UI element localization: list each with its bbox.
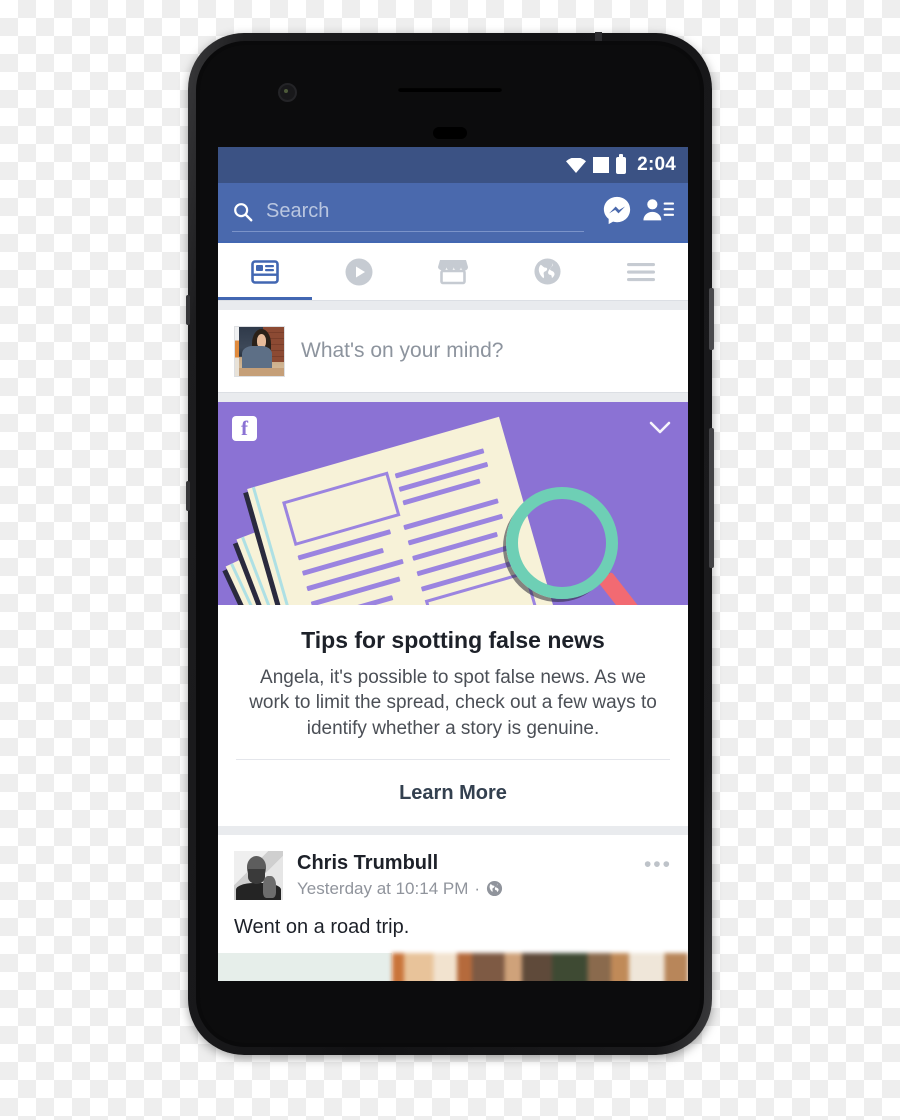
power-button[interactable] [709,288,714,350]
post-meta: Chris Trumbull Yesterday at 10:14 PM · [297,851,630,899]
magnifying-glass-illustration [506,487,649,605]
play-circle-icon [345,258,373,285]
hamburger-menu-icon [627,262,655,281]
search-icon [234,202,253,221]
status-bar-clock: 2:04 [637,154,676,175]
globe-icon [533,258,561,285]
post-separator: · [474,878,481,898]
feed-spacer-card [218,825,688,835]
left-antenna-band-top [186,295,190,325]
status-bar: 2:04 [218,147,688,183]
feed-spacer-composer [218,393,688,402]
post-message: Went on a road trip. [234,915,410,938]
messenger-icon[interactable] [602,195,632,230]
sidebar-item-menu[interactable] [594,243,688,300]
post-author-name[interactable]: Chris Trumbull [297,852,630,875]
wifi-icon [566,157,587,173]
left-antenna-band-bottom [186,481,190,511]
chevron-down-icon[interactable] [648,420,672,441]
status-bar-icons [566,153,627,174]
avatar[interactable] [234,325,285,377]
main-tab-bar [218,241,688,301]
sidebar-item-marketplace[interactable] [406,243,500,300]
feed-spacer-top [218,301,688,310]
app-header: Search [218,183,688,241]
news-feed-icon [251,259,279,284]
marketplace-store-icon [438,260,468,285]
phone-bezel: 2:04 Search What's on your mind? f Tips … [196,41,704,1047]
composer-placeholder-text: What's on your mind? [301,339,504,362]
sidebar-item-notifications[interactable] [500,243,594,300]
post-timestamp: Yesterday at 10:14 PM [297,878,469,898]
learn-more-button[interactable]: Learn More [218,760,688,826]
proximity-sensor-icon [433,127,467,139]
promo-card-body: Tips for spotting false news Angela, it'… [218,605,688,759]
cell-signal-icon [593,157,610,173]
facebook-f-logo: f [232,416,257,441]
volume-rocker-button[interactable] [709,428,714,568]
phone-screen: 2:04 Search What's on your mind? f Tips … [218,147,688,981]
smartphone-device: 2:04 Search What's on your mind? f Tips … [186,32,714,1055]
false-news-promo-card: f Tips for spotting false news Angela, i… [218,402,688,826]
search-placeholder-text: Search [266,200,330,222]
battery-icon [616,153,627,174]
post-attachment-photo[interactable] [218,952,688,981]
feed-post: Chris Trumbull Yesterday at 10:14 PM · •… [218,834,688,981]
overflow-menu-icon[interactable]: ••• [644,851,672,877]
status-composer[interactable]: What's on your mind? [218,310,688,393]
page-title: Tips for spotting false news [301,627,605,653]
friend-requests-icon[interactable] [642,196,674,229]
sidebar-item-watch[interactable] [312,243,406,300]
promo-card-description: Angela, it's possible to spot false news… [249,667,657,739]
avatar[interactable] [234,850,283,900]
earpiece-speaker-icon [398,87,502,92]
search-input[interactable]: Search [232,193,584,232]
post-header: Chris Trumbull Yesterday at 10:14 PM · •… [218,835,688,900]
public-globe-icon [486,881,503,897]
sidebar-item-news-feed[interactable] [218,243,312,300]
promo-hero-illustration: f [218,402,688,605]
phone-front-face: 2:04 Search What's on your mind? f Tips … [200,45,700,1043]
front-camera-icon [278,83,297,102]
post-subtitle: Yesterday at 10:14 PM · [297,879,630,899]
